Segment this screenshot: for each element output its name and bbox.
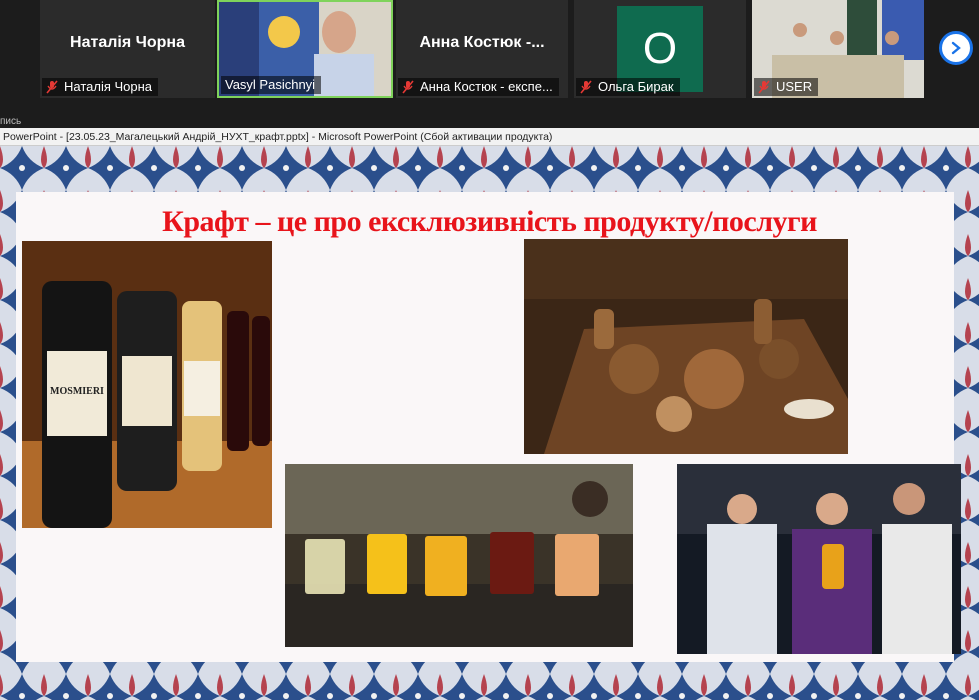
caption-text: Ольга Бирак <box>598 79 674 94</box>
participant-name: Наталія Чорна <box>70 34 185 51</box>
participant-tile[interactable]: О Ольга Бирак <box>574 0 746 98</box>
participant-caption: USER <box>754 78 819 96</box>
mic-muted-icon <box>758 80 770 94</box>
participant-caption: Vasyl Pasichnyi <box>221 76 322 94</box>
chevron-right-icon <box>951 41 961 55</box>
feast-table-photo <box>524 239 848 454</box>
drink-shots-photo <box>285 464 633 647</box>
caption-text: USER <box>776 79 813 94</box>
participant-caption: Анна Костюк - експе... <box>398 78 559 96</box>
next-page-button[interactable] <box>939 31 973 65</box>
participant-tile[interactable]: USER <box>752 0 924 98</box>
participant-name: Анна Костюк -... <box>419 34 545 51</box>
participant-caption: Наталія Чорна <box>42 78 159 96</box>
slide-title: Крафт – це про ексклюзивність продукту/п… <box>162 205 817 238</box>
window-title: PowerPoint - [23.05.23_Магалецький Андрі… <box>0 128 979 146</box>
participant-tile[interactable]: Анна Костюк -... Анна Костюк - експе... <box>396 0 568 98</box>
mic-muted-icon <box>580 80 592 94</box>
participant-caption: Ольга Бирак <box>576 78 680 96</box>
wine-bottles-photo: MOSMIERI <box>22 241 272 528</box>
participant-strip: Наталія Чорна Наталія Чорна Vasyl Pasich… <box>0 0 979 128</box>
people-beer-photo <box>677 464 961 654</box>
wine-label-text: MOSMIERI <box>50 386 104 397</box>
participant-tile-active[interactable]: Vasyl Pasichnyi <box>217 0 393 98</box>
participant-tile[interactable]: Наталія Чорна Наталія Чорна <box>40 0 215 98</box>
caption-text: Наталія Чорна <box>64 79 153 94</box>
mic-muted-icon <box>46 80 58 94</box>
sublabel: пись <box>0 116 22 127</box>
caption-text: Анна Костюк - експе... <box>420 79 553 94</box>
caption-text: Vasyl Pasichnyi <box>225 77 316 92</box>
slide: Крафт – це про ексклюзивність продукту/п… <box>0 146 979 700</box>
mic-muted-icon <box>402 80 414 94</box>
